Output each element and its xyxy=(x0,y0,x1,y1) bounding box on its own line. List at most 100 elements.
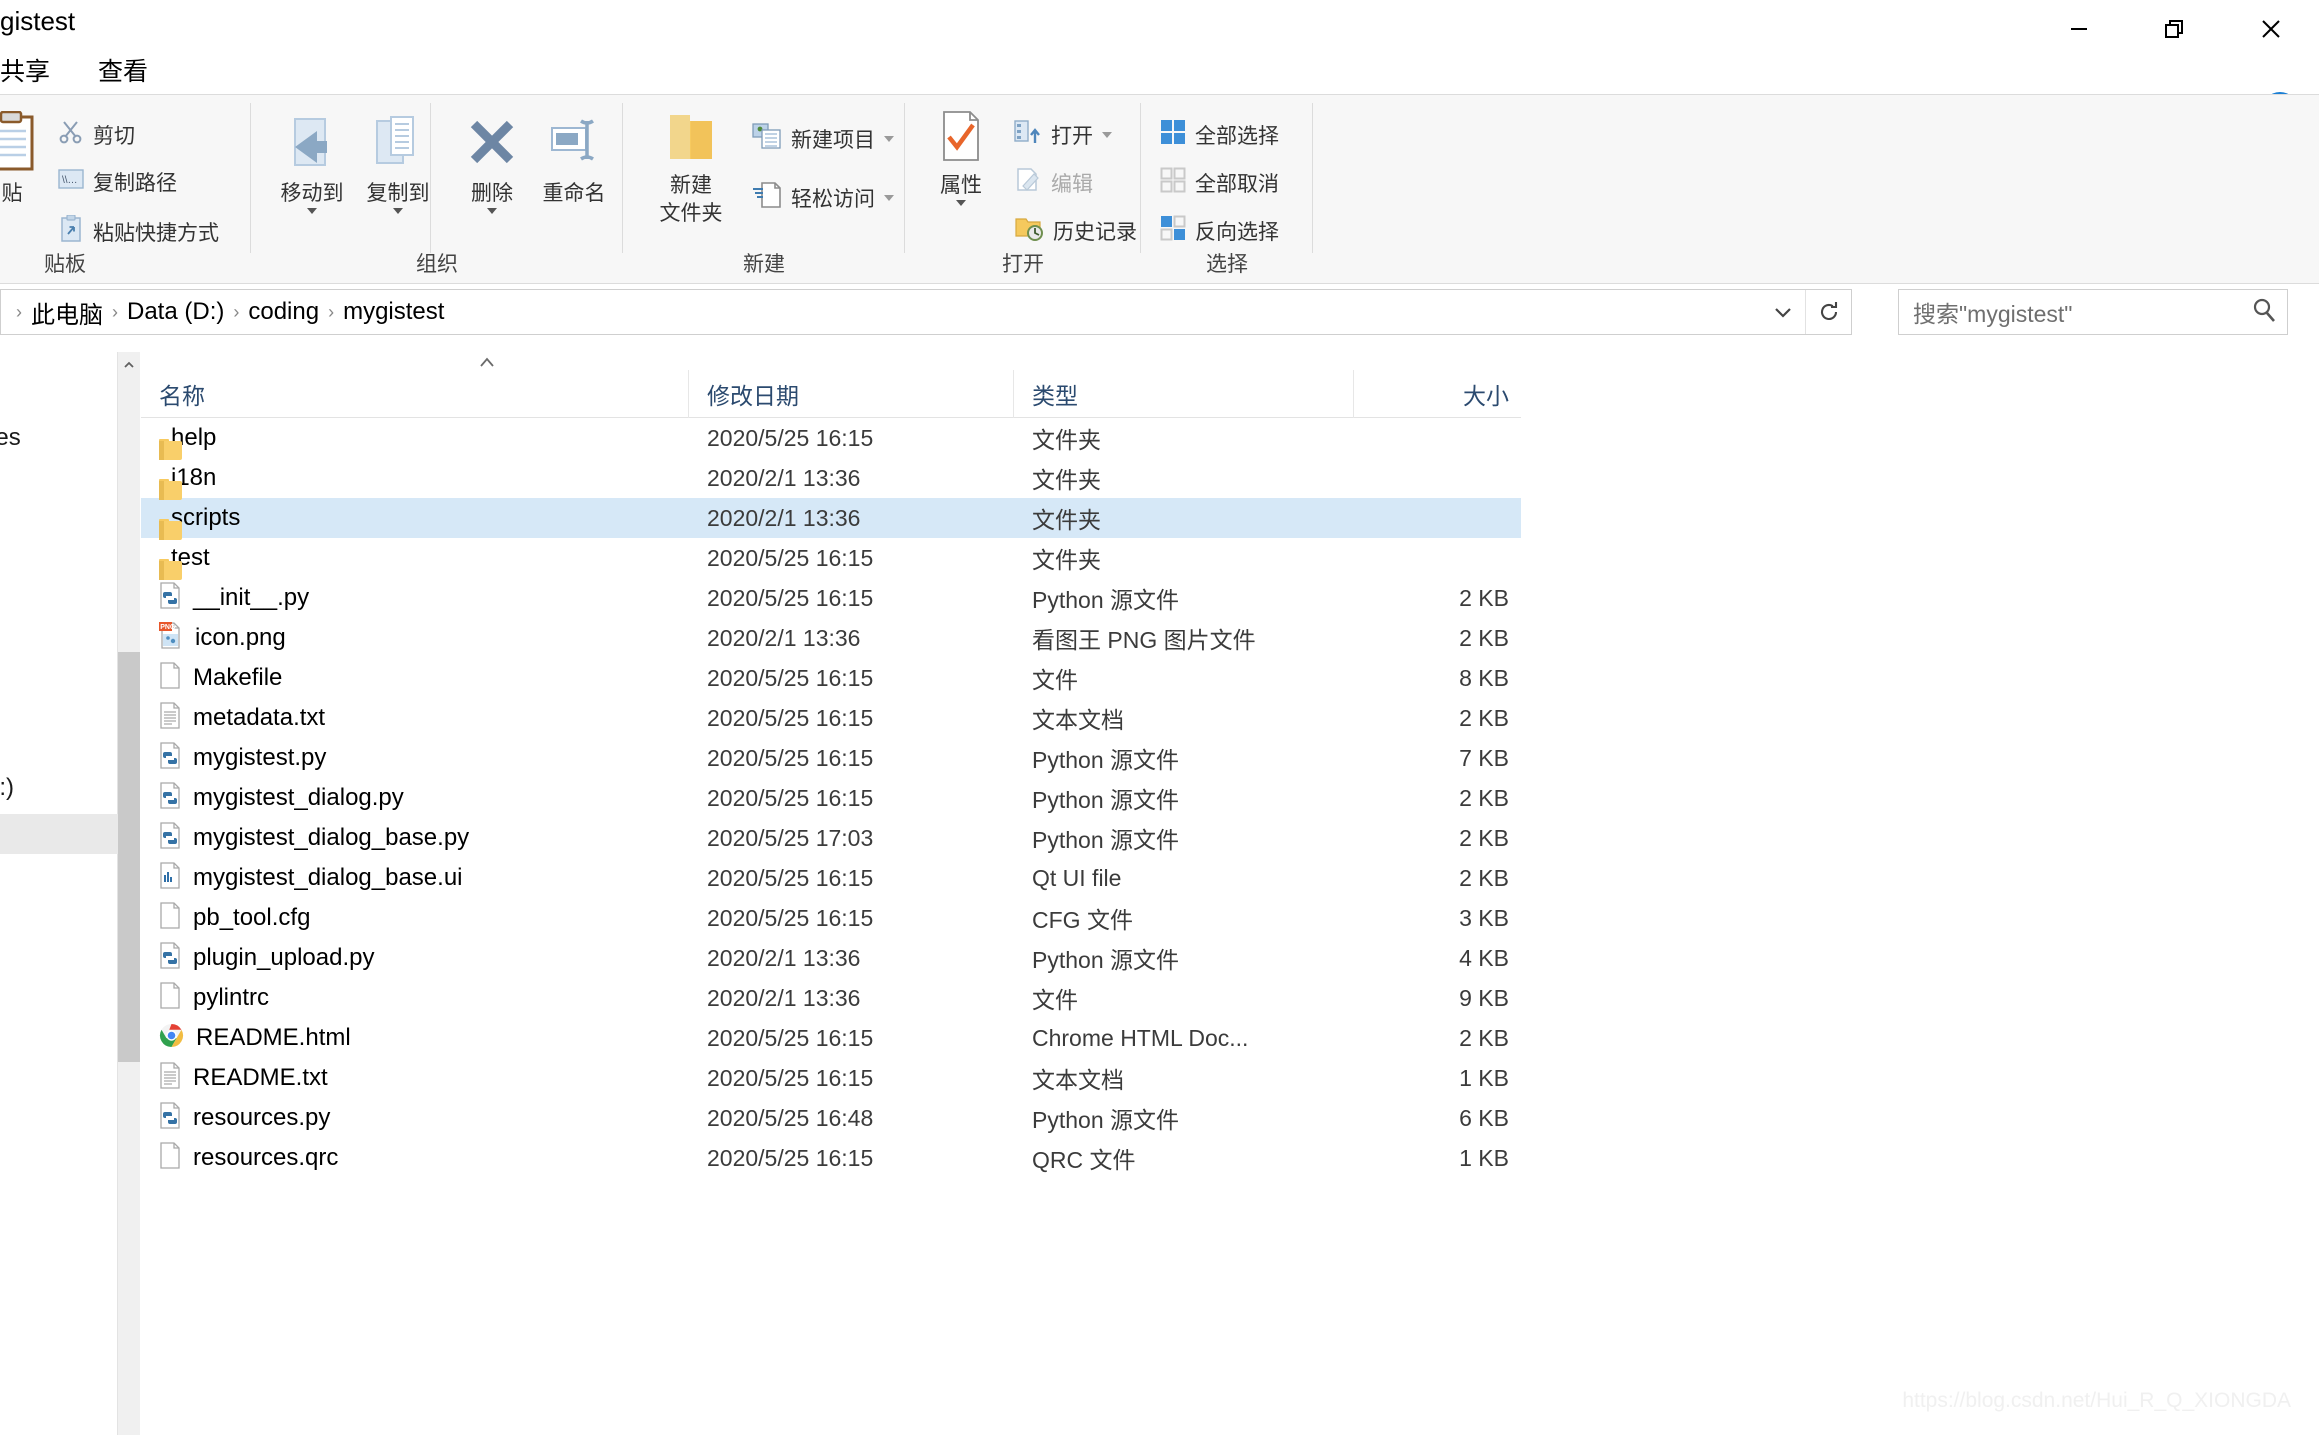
file-size: 2 KB xyxy=(1459,584,1509,611)
properties-button[interactable]: 属性 xyxy=(916,109,1006,207)
file-date: 2020/5/25 16:15 xyxy=(707,704,874,731)
cell-name: i18n xyxy=(141,458,689,500)
rename-button[interactable]: 重命名 xyxy=(524,111,624,206)
table-row[interactable]: pylintrc 2020/2/1 13:36 文件 9 KB xyxy=(141,978,1521,1018)
new-folder-button[interactable]: 新建 文件夹 xyxy=(636,109,746,227)
table-row[interactable]: mygistest_dialog_base.ui 2020/5/25 16:15 Q… xyxy=(141,858,1521,898)
new-item-button[interactable]: 新建项目 xyxy=(752,123,894,155)
cell-name: __init__.py xyxy=(141,578,689,618)
text-file-icon xyxy=(159,702,181,734)
breadcrumb-separator-3: › xyxy=(328,302,335,322)
ribbon-separator-1 xyxy=(250,103,251,253)
tab-share[interactable]: 共享 xyxy=(0,52,50,88)
file-name: mygistest_dialog_base.py xyxy=(193,824,470,851)
table-row[interactable]: README.html 2020/5/25 16:15 Chrome HTML Do… xyxy=(141,1018,1521,1058)
move-to-caret-icon[interactable] xyxy=(307,208,317,215)
table-row[interactable]: metadata.txt 2020/5/25 16:15 文本文档 2 KB xyxy=(141,698,1521,738)
file-type: Python 源文件 xyxy=(1032,1107,1179,1133)
column-header-type[interactable]: 类型 xyxy=(1014,369,1354,418)
delete-caret-icon[interactable] xyxy=(487,208,497,215)
address-dropdown-chevron-icon[interactable] xyxy=(1761,290,1805,334)
copy-to-caret-icon[interactable] xyxy=(393,208,403,215)
breadcrumb-item-coding[interactable]: coding xyxy=(242,298,325,326)
table-row[interactable]: help 2020/5/25 16:15 文件夹 xyxy=(141,418,1521,460)
nav-scrollbar-up-arrow-icon[interactable] xyxy=(118,352,140,378)
easy-access-caret-icon[interactable] xyxy=(884,195,894,201)
table-row[interactable]: test 2020/5/25 16:15 文件夹 xyxy=(141,538,1521,580)
open-caret-icon[interactable] xyxy=(1102,132,1112,138)
breadcrumb-item-mygistest[interactable]: mygistest xyxy=(337,298,450,326)
select-none-button[interactable]: 全部取消 xyxy=(1160,167,1279,199)
paste-shortcut-button[interactable]: 粘贴快捷方式 xyxy=(58,214,219,249)
table-row[interactable]: Makefile 2020/5/25 16:15 文件 8 KB xyxy=(141,658,1521,698)
move-to-button[interactable]: 移动到 xyxy=(262,111,362,215)
search-box[interactable]: 搜索"mygistest" xyxy=(1898,289,2288,335)
generic-file-icon xyxy=(159,1142,181,1174)
file-name: mygistest_dialog.py xyxy=(193,784,404,811)
cell-name: resources.py xyxy=(141,1098,689,1138)
svg-text:\\…: \\… xyxy=(62,175,78,186)
file-name: mygistest.py xyxy=(193,744,327,771)
search-input[interactable]: 搜索"mygistest" xyxy=(1913,295,2251,329)
file-date: 2020/5/25 16:15 xyxy=(707,864,874,891)
breadcrumb-item-data-d[interactable]: Data (D:) xyxy=(121,298,230,326)
table-row[interactable]: mygistest_dialog.py 2020/5/25 16:15 Python… xyxy=(141,778,1521,818)
watermark: https://blog.csdn.net/Hui_R_Q_XIONGDA xyxy=(1902,1389,2291,1412)
file-date: 2020/2/1 13:36 xyxy=(707,504,861,531)
file-size: 2 KB xyxy=(1459,864,1509,891)
table-row[interactable]: scripts 2020/2/1 13:36 文件夹 xyxy=(141,498,1521,540)
search-icon[interactable] xyxy=(2251,297,2277,328)
nav-item-selected[interactable] xyxy=(0,814,118,854)
address-bar[interactable]: › 此电脑 › Data (D:) › coding › mygistest xyxy=(0,289,1852,335)
table-row[interactable]: __init__.py 2020/5/25 16:15 Python 源文件 2 KB xyxy=(141,578,1521,618)
history-button[interactable]: 历史记录 xyxy=(1014,215,1137,247)
column-header-size[interactable]: 大小 xyxy=(1354,370,1521,418)
rename-label: 重命名 xyxy=(542,182,606,205)
file-name: pylintrc xyxy=(193,984,270,1011)
cell-date-modified: 2020/5/25 16:15 xyxy=(689,578,1014,618)
cell-size: 1 KB xyxy=(1354,1058,1521,1098)
file-date: 2020/5/25 16:15 xyxy=(707,784,874,811)
table-row[interactable]: mygistest.py 2020/5/25 16:15 Python 源文件 7 K… xyxy=(141,738,1521,778)
breadcrumb-item-this-pc[interactable]: 此电脑 xyxy=(25,295,109,330)
edit-label: 编辑 xyxy=(1051,173,1093,196)
properties-caret-icon[interactable] xyxy=(956,200,966,207)
table-row[interactable]: plugin_upload.py 2020/2/1 13:36 Python 源文件… xyxy=(141,938,1521,978)
file-name: metadata.txt xyxy=(193,704,326,731)
file-size: 2 KB xyxy=(1459,704,1509,731)
copy-to-button[interactable]: 复制到 xyxy=(348,111,448,215)
copy-to-icon xyxy=(367,111,429,178)
cell-type: CFG 文件 xyxy=(1014,898,1354,938)
table-row[interactable]: i18n 2020/2/1 13:36 文件夹 xyxy=(141,458,1521,500)
nav-item-program-files[interactable]: d Files xyxy=(0,424,21,452)
column-header-name[interactable]: 名称 xyxy=(141,369,689,418)
table-row[interactable]: resources.qrc 2020/5/25 16:15 QRC 文件 1 KB xyxy=(141,1138,1521,1178)
table-row[interactable]: mygistest_dialog_base.py 2020/5/25 17:03 P… xyxy=(141,818,1521,858)
paste-button[interactable]: 贴 xyxy=(0,110,62,206)
table-row[interactable]: PNG icon.png 2020/2/1 13:36 看图王 PNG 图片文件 2 K… xyxy=(141,618,1521,658)
tab-view[interactable]: 查看 xyxy=(98,52,148,88)
cell-size: 1 KB xyxy=(1354,1138,1521,1178)
nav-scrollbar-thumb[interactable] xyxy=(118,652,140,1062)
cut-button[interactable]: 剪切 xyxy=(58,119,135,151)
table-row[interactable]: resources.py 2020/5/25 16:48 Python 源文件 6 K… xyxy=(141,1098,1521,1138)
file-name: Makefile xyxy=(193,664,283,691)
group-label-new: 新建 xyxy=(743,253,785,276)
new-item-caret-icon[interactable] xyxy=(884,136,894,142)
cell-size xyxy=(1354,498,1521,538)
invert-selection-button[interactable]: 反向选择 xyxy=(1160,215,1279,247)
easy-access-button[interactable]: 轻松访问 xyxy=(752,181,894,215)
cell-size: 2 KB xyxy=(1354,858,1521,898)
cell-name: pylintrc xyxy=(141,978,689,1018)
select-all-button[interactable]: 全部选择 xyxy=(1160,119,1279,151)
table-row[interactable]: pb_tool.cfg 2020/5/25 16:15 CFG 文件 3 KB xyxy=(141,898,1521,938)
cell-name: help xyxy=(141,418,689,460)
nav-item-ssd-c[interactable]: D (C:) xyxy=(0,774,14,802)
column-header-date[interactable]: 修改日期 xyxy=(689,369,1014,418)
copy-path-button[interactable]: \\… 复制路径 xyxy=(58,167,177,197)
refresh-button[interactable] xyxy=(1805,290,1851,334)
open-button[interactable]: 打开 xyxy=(1014,119,1112,151)
table-row[interactable]: README.txt 2020/5/25 16:15 文本文档 1 KB xyxy=(141,1058,1521,1098)
easy-access-icon xyxy=(752,181,782,215)
navigation-pane-scrollbar[interactable] xyxy=(118,352,140,1435)
